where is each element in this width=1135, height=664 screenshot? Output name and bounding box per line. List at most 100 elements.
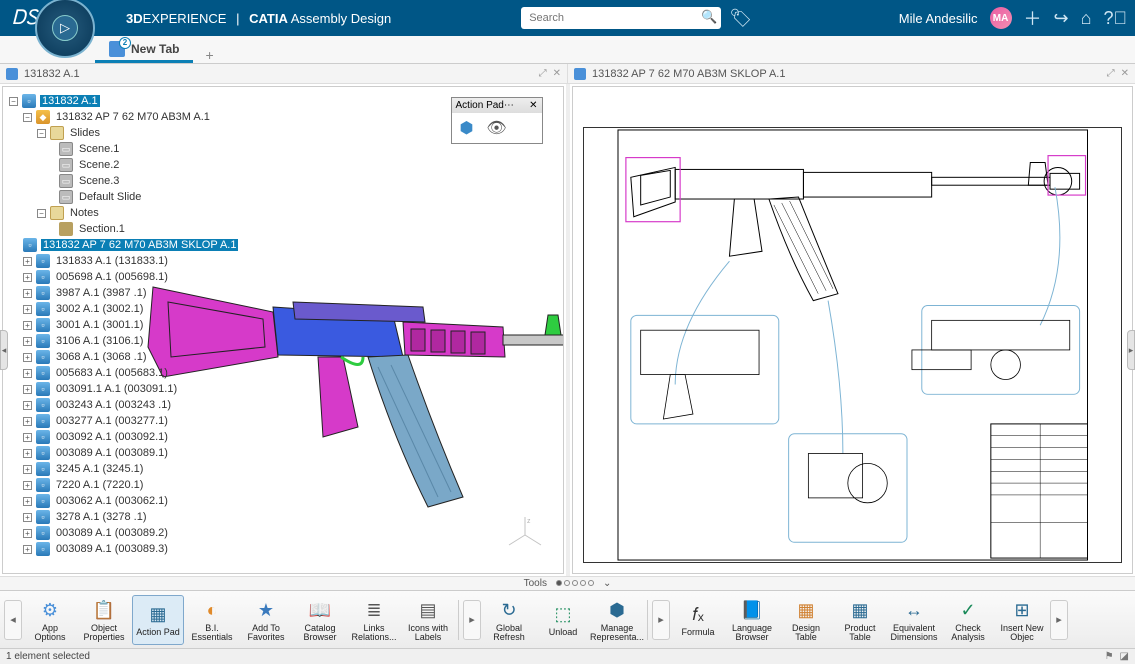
- tree-item[interactable]: 003243 A.1 (003243 .1): [54, 399, 173, 411]
- pane-3d[interactable]: −▫131832 A.1 −◆131832 AP 7 62 M70 AB3M A…: [2, 86, 564, 574]
- tree-expander[interactable]: −: [37, 129, 46, 138]
- collapse-right-handle[interactable]: ▸: [1127, 330, 1135, 370]
- toolbar-b-i-essentials[interactable]: ◐B.I. Essentials: [186, 595, 238, 645]
- tree-item[interactable]: 003062 A.1 (003062.1): [54, 495, 170, 507]
- tree-expander[interactable]: +: [23, 337, 32, 346]
- home-icon[interactable]: ⌂: [1081, 8, 1092, 29]
- tree-item[interactable]: 3987 A.1 (3987 .1): [54, 287, 149, 299]
- toolbar-more[interactable]: ▸: [652, 600, 670, 640]
- tab-add-button[interactable]: +: [193, 47, 225, 63]
- tree-item[interactable]: Default Slide: [77, 191, 143, 203]
- action-pad-panel[interactable]: Action Pad⋯✕ ⬢ 👁: [451, 97, 543, 144]
- toolbar-insert-new-objec[interactable]: ⊞Insert New Objec: [996, 595, 1048, 645]
- toolbar-product-table[interactable]: ▦Product Table: [834, 595, 886, 645]
- toolbar-scroll-right[interactable]: ▸: [1050, 600, 1068, 640]
- play-icon[interactable]: ▷: [52, 15, 78, 41]
- pane-drawing[interactable]: [572, 86, 1134, 574]
- chevron-down-icon[interactable]: ⌄: [603, 578, 611, 589]
- collapse-left-handle[interactable]: ◂: [0, 330, 8, 370]
- drawing-sheet[interactable]: [583, 127, 1123, 563]
- spec-tree[interactable]: −▫131832 A.1 −◆131832 AP 7 62 M70 AB3M A…: [9, 93, 239, 557]
- compass-menu[interactable]: ▷: [35, 0, 95, 58]
- tree-slides[interactable]: Slides: [68, 127, 102, 139]
- tree-expander[interactable]: +: [23, 273, 32, 282]
- tree-item[interactable]: Scene.3: [77, 175, 121, 187]
- search-input[interactable]: [521, 7, 721, 29]
- tree-item[interactable]: 005683 A.1 (005683.1): [54, 367, 170, 379]
- share-icon[interactable]: ↪: [1054, 8, 1069, 29]
- tree-expander[interactable]: −: [9, 97, 18, 106]
- tree-item[interactable]: Scene.1: [77, 143, 121, 155]
- tree-item[interactable]: Section.1: [77, 223, 127, 235]
- toolbar-design-table[interactable]: ▦Design Table: [780, 595, 832, 645]
- toolbar-links-relations-[interactable]: ≣Links Relations...: [348, 595, 400, 645]
- expand-icon[interactable]: ⤢: [1107, 68, 1115, 79]
- eye-icon[interactable]: 👁: [486, 117, 508, 139]
- user-name-label[interactable]: Mile Andesilic: [899, 11, 978, 26]
- tree-expander[interactable]: +: [23, 417, 32, 426]
- toolbar-equivalent-dimensions[interactable]: ↔Equivalent Dimensions: [888, 595, 940, 645]
- tree-item[interactable]: 003089 A.1 (003089.2): [54, 527, 170, 539]
- tree-root[interactable]: 131832 A.1: [40, 95, 100, 107]
- toolbar-icons-with-labels[interactable]: ▤Icons with Labels: [402, 595, 454, 645]
- tree-expander[interactable]: +: [23, 497, 32, 506]
- toolbar-formula[interactable]: 𝑓ₓFormula: [672, 595, 724, 645]
- tree-expander[interactable]: +: [23, 481, 32, 490]
- toolbar-manage-representa-[interactable]: ⬢Manage Representa...: [591, 595, 643, 645]
- tree-expander[interactable]: +: [23, 529, 32, 538]
- toolbar-catalog-browser[interactable]: 📖Catalog Browser: [294, 595, 346, 645]
- add-icon[interactable]: ＋: [1024, 5, 1042, 31]
- tree-expander[interactable]: +: [23, 321, 32, 330]
- tree-expander[interactable]: +: [23, 305, 32, 314]
- tree-expander[interactable]: −: [23, 113, 32, 122]
- toolbar-scroll-left[interactable]: ◂: [4, 600, 22, 640]
- toolbar-action-pad[interactable]: ▦Action Pad: [132, 595, 184, 645]
- tree-item[interactable]: 003092 A.1 (003092.1): [54, 431, 170, 443]
- tree-item[interactable]: 3001 A.1 (3001.1): [54, 319, 145, 331]
- toolbar-global-refresh[interactable]: ↻Global Refresh: [483, 595, 535, 645]
- tab-main[interactable]: 2 New Tab: [95, 37, 193, 63]
- toolbar-unload[interactable]: ⬚Unload: [537, 595, 589, 645]
- pane-splitter[interactable]: [566, 84, 570, 576]
- tree-selected[interactable]: 131832 AP 7 62 M70 AB3M SKLOP A.1: [41, 239, 238, 251]
- toolbar-app-options[interactable]: ⚙App Options: [24, 595, 76, 645]
- toolbar-object-properties[interactable]: 📋Object Properties: [78, 595, 130, 645]
- tree-expander[interactable]: +: [23, 289, 32, 298]
- tree-item[interactable]: Scene.2: [77, 159, 121, 171]
- tree-expander[interactable]: +: [23, 433, 32, 442]
- tree-item[interactable]: 003091.1 A.1 (003091.1): [54, 383, 179, 395]
- tree-expander[interactable]: +: [23, 401, 32, 410]
- tree-expander[interactable]: +: [23, 465, 32, 474]
- status-flag-icon[interactable]: ⚑: [1105, 651, 1114, 662]
- tree-expander[interactable]: −: [37, 209, 46, 218]
- tree-expander[interactable]: +: [23, 545, 32, 554]
- tree-item[interactable]: 003277 A.1 (003277.1): [54, 415, 170, 427]
- tree-item[interactable]: 3002 A.1 (3002.1): [54, 303, 145, 315]
- pager-dots[interactable]: [555, 578, 595, 589]
- expand-icon[interactable]: ⤢: [539, 68, 547, 79]
- tree-item[interactable]: 3068 A.1 (3068 .1): [54, 351, 149, 363]
- tree-notes[interactable]: Notes: [68, 207, 101, 219]
- toolbar-language-browser[interactable]: 📘Language Browser: [726, 595, 778, 645]
- tree-item[interactable]: 3278 A.1 (3278 .1): [54, 511, 149, 523]
- tree-expander[interactable]: +: [23, 449, 32, 458]
- close-icon[interactable]: ✕: [1121, 68, 1129, 79]
- close-icon[interactable]: ✕: [553, 68, 561, 79]
- toolbar-check-analysis[interactable]: ✓Check Analysis: [942, 595, 994, 645]
- help-icon[interactable]: ?⃝: [1103, 8, 1127, 29]
- cube-icon[interactable]: ⬢: [456, 117, 478, 139]
- tree-item[interactable]: 3245 A.1 (3245.1): [54, 463, 145, 475]
- avatar[interactable]: MA: [990, 7, 1012, 29]
- search-button[interactable]: 🔍: [701, 9, 717, 25]
- tree-item[interactable]: 131833 A.1 (131833.1): [54, 255, 170, 267]
- tree-expander[interactable]: +: [23, 369, 32, 378]
- tree-item[interactable]: 3106 A.1 (3106.1): [54, 335, 145, 347]
- tag-icon[interactable]: 🏷: [729, 8, 752, 29]
- toolbar-more[interactable]: ▸: [463, 600, 481, 640]
- tree-expander[interactable]: +: [23, 257, 32, 266]
- tree-item[interactable]: 7220 A.1 (7220.1): [54, 479, 145, 491]
- tree-item[interactable]: 003089 A.1 (003089.1): [54, 447, 170, 459]
- tree-item[interactable]: 131832 AP 7 62 M70 AB3M A.1: [54, 111, 212, 123]
- tree-item[interactable]: 005698 A.1 (005698.1): [54, 271, 170, 283]
- tree-expander[interactable]: +: [23, 385, 32, 394]
